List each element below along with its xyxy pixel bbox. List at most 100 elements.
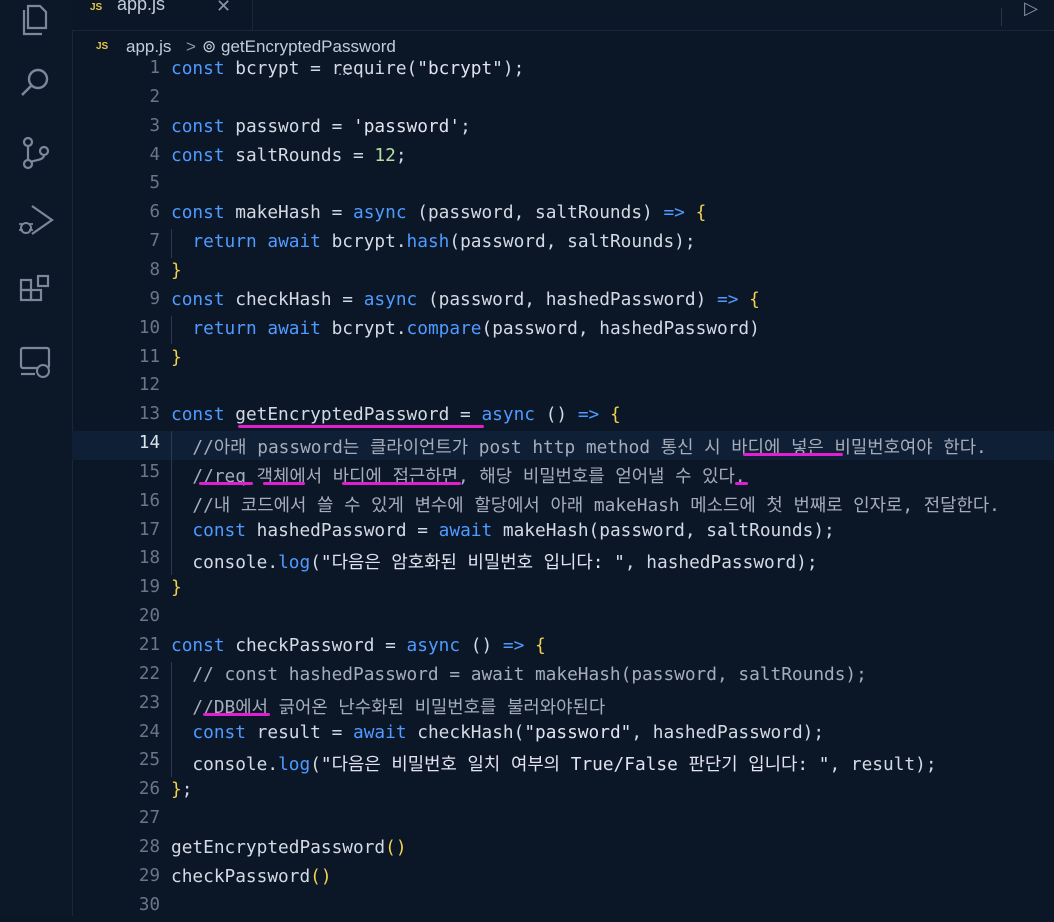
line-text: const password = 'password'; (171, 116, 471, 137)
line-text: return await bcrypt.compare(password, ha… (171, 317, 760, 339)
code-token: ; (395, 144, 407, 166)
code-line[interactable]: 24 const result = await checkHash("passw… (72, 720, 1054, 749)
line-text: } (171, 577, 182, 598)
line-number: 2 (149, 86, 160, 107)
code-editor[interactable]: 1 const bcrypt = require("bcrypt"); 2 3 cons… (72, 56, 1054, 916)
code-line[interactable]: 29 checkPassword() (72, 864, 1054, 893)
code-line[interactable]: 22 // const hashedPassword = await makeH… (72, 662, 1054, 691)
code-token: await (438, 519, 493, 541)
annotation-underline (342, 482, 461, 485)
code-token: (password, saltRounds); (449, 231, 696, 253)
code-token: ( (406, 58, 418, 79)
code-line[interactable]: 14 //아래 password는 클라이언트가 post http metho… (72, 431, 1054, 461)
code-line[interactable]: 18 console.log("다음은 암호화된 비밀번호 입니다: ", ha… (72, 546, 1054, 575)
code-line[interactable]: 27 (72, 806, 1054, 835)
code-token: const (192, 519, 246, 541)
code-line[interactable]: 3 const password = 'password'; (72, 114, 1054, 143)
code-line[interactable]: 7 return await bcrypt.hash(password, sal… (72, 229, 1054, 258)
indent-guide (171, 661, 172, 778)
code-line[interactable]: 11} (72, 345, 1054, 374)
code-token: log (278, 552, 311, 574)
line-text: const checkPassword = async () => { (171, 635, 546, 656)
search-icon[interactable] (16, 63, 56, 103)
tab-app-js[interactable]: JS app.js ✕ (72, 0, 253, 30)
code-token: // const hashedPassword = await makeHash… (171, 663, 867, 685)
code-token: const (171, 144, 225, 166)
code-token: const (171, 202, 225, 224)
annotation-underline (199, 482, 253, 485)
code-token: return await (192, 231, 321, 253)
code-token: bcrypt = (224, 58, 332, 79)
line-number: 4 (149, 144, 160, 165)
code-token: async (363, 288, 418, 310)
line-text: checkPassword() (171, 866, 332, 887)
files-icon[interactable] (16, 0, 56, 40)
line-number: 7 (149, 231, 160, 252)
code-line[interactable]: 8} (72, 258, 1054, 287)
code-line[interactable]: 10 return await bcrypt.compare(password,… (72, 316, 1054, 345)
code-line[interactable]: 19} (72, 575, 1054, 604)
code-line[interactable]: 17 const hashedPassword = await makeHash… (72, 518, 1054, 547)
run-icon[interactable]: ▷ (1024, 0, 1038, 19)
code-line[interactable]: 28 getEncryptedPassword() (72, 835, 1054, 864)
line-text: const hashedPassword = await makeHash(pa… (171, 519, 834, 541)
line-text: // const hashedPassword = await makeHash… (171, 663, 867, 685)
code-line[interactable]: 6 const makeHash = async (password, saltR… (72, 200, 1054, 229)
javascript-file-icon: JS (96, 41, 109, 52)
annotation-underline (263, 482, 305, 485)
code-token: checkPassword (171, 865, 311, 887)
code-line[interactable]: 30 (72, 893, 1054, 922)
code-token: "password" (524, 721, 632, 743)
code-token: getEncryptedPassword (171, 836, 386, 858)
line-number: 16 (138, 490, 160, 511)
code-line[interactable]: 4 const saltRounds = 12; (72, 143, 1054, 172)
tab-label: app.js (117, 0, 166, 14)
code-token: makeHash = (224, 202, 353, 224)
code-line[interactable]: 1 const bcrypt = require("bcrypt"); (72, 56, 1054, 85)
remote-explorer-icon[interactable] (16, 342, 56, 382)
code-line[interactable]: 13 const getEncryptedPassword = async () … (72, 402, 1054, 431)
code-token: const (171, 115, 225, 137)
code-line[interactable]: 5 (72, 171, 1054, 200)
line-number: 11 (138, 346, 160, 367)
code-line[interactable]: 12 (72, 373, 1054, 402)
breadcrumb-file[interactable]: app.js (126, 37, 171, 57)
code-token: bcrypt. (320, 231, 407, 253)
line-number: 1 (149, 58, 160, 78)
code-token: , hashedPassword); (624, 552, 818, 574)
line-number: 30 (138, 894, 160, 915)
code-line[interactable]: 2 (72, 85, 1054, 114)
extensions-icon[interactable] (16, 272, 56, 312)
line-number: 23 (138, 692, 160, 713)
line-text: console.log("다음은 비밀번호 일치 여부의 True/False … (171, 750, 936, 776)
line-text: //아래 password는 클라이언트가 post http method 통… (171, 433, 986, 459)
code-token: 'password' (353, 115, 461, 137)
line-number: 17 (138, 519, 160, 540)
indent-guide (171, 229, 172, 258)
code-token: { (695, 202, 707, 224)
source-control-icon[interactable] (16, 133, 56, 173)
code-line[interactable]: 21 const checkPassword = async () => { (72, 633, 1054, 662)
run-debug-icon[interactable] (16, 200, 56, 240)
annotation-underline (203, 713, 270, 716)
line-text: const saltRounds = 12; (171, 145, 407, 166)
code-token: (password, hashedPassword) (481, 317, 760, 339)
close-icon[interactable]: ✕ (216, 0, 231, 17)
code-line[interactable]: 16 //내 코드에서 쓸 수 있게 변수에 할당에서 아래 makeHash … (72, 489, 1054, 518)
code-token: return await (192, 317, 321, 339)
code-token: const (171, 404, 225, 426)
breadcrumb-symbol[interactable]: getEncryptedPassword (221, 37, 396, 57)
line-number: 18 (138, 548, 160, 569)
code-token: "bcrypt" (417, 58, 503, 79)
code-token: (password, saltRounds) (406, 202, 664, 224)
code-token: => (663, 202, 685, 224)
javascript-file-icon: JS (90, 2, 103, 13)
code-line[interactable]: 25 console.log("다음은 비밀번호 일치 여부의 True/Fal… (72, 748, 1054, 777)
code-line[interactable]: 9 const checkHash = async (password, hash… (72, 287, 1054, 316)
code-line[interactable]: 26}; (72, 777, 1054, 806)
code-line[interactable]: 20 (72, 604, 1054, 633)
